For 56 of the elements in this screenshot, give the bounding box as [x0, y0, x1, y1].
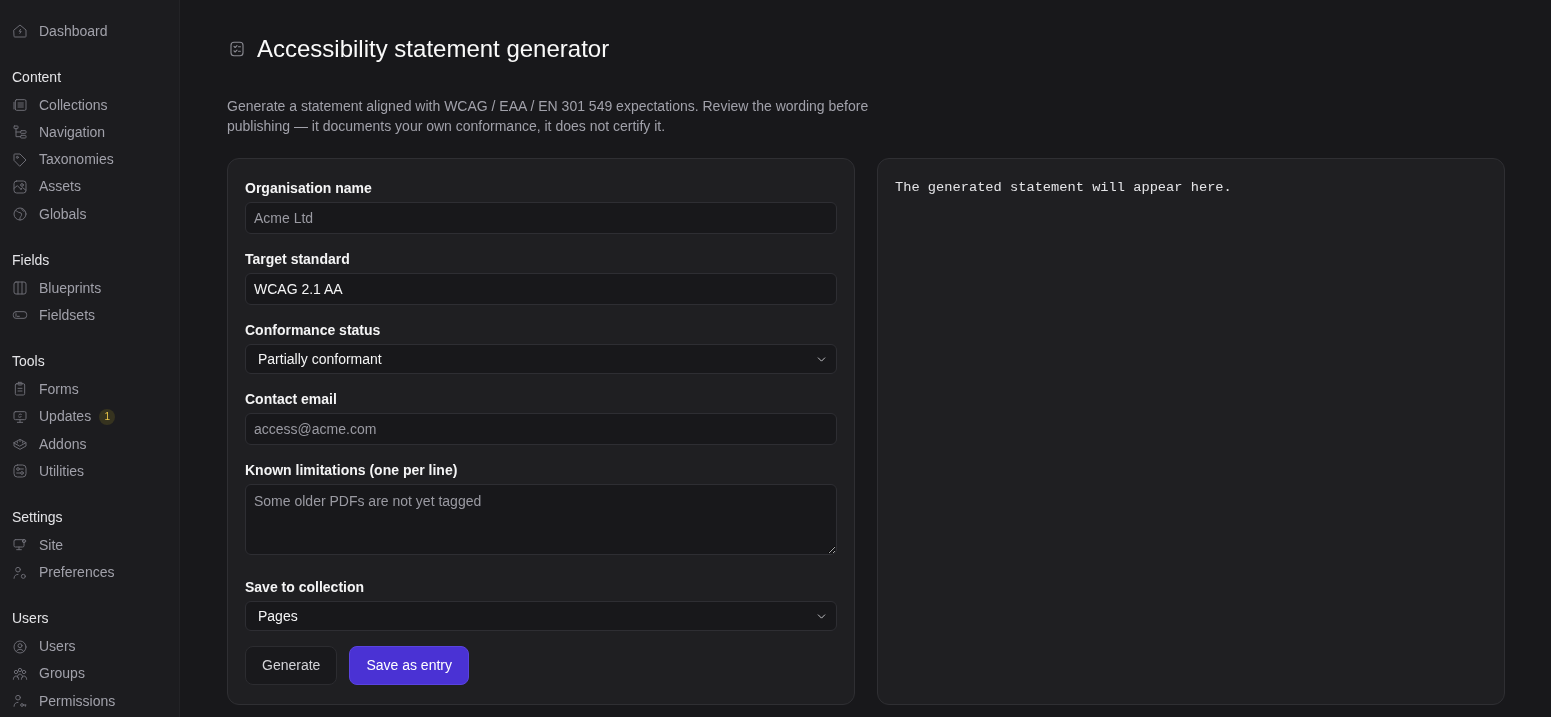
field-label: Known limitations (one per line) [245, 461, 459, 480]
section-heading: Settings [12, 507, 64, 527]
tag-icon [12, 151, 28, 168]
house-icon [12, 23, 28, 39]
text-area[interactable]: Some older PDFs are not yet tagged [245, 484, 837, 555]
sidebar-item[interactable]: Collections [12, 94, 116, 116]
user-key-icon [12, 693, 28, 710]
field-label: Conformance status [245, 321, 382, 340]
input-field[interactable]: Acme Ltd [245, 202, 837, 234]
sidebar-item[interactable]: Forms [12, 378, 87, 401]
tree-icon [12, 124, 28, 141]
user-gear-icon [12, 564, 28, 581]
sidebar-item[interactable]: Assets [12, 175, 89, 198]
section-heading: Content [12, 67, 63, 87]
sidebar-item[interactable]: Groups [12, 662, 93, 685]
sidebar-item[interactable]: Site [12, 534, 72, 557]
toggle-icon [12, 463, 28, 480]
globe-icon [12, 206, 28, 223]
field-label: Organisation name [245, 179, 373, 198]
select-field[interactable]: Partially conformant [245, 344, 837, 374]
sidebar-item[interactable]: Utilities [12, 460, 93, 483]
field-label: Contact email [245, 390, 338, 409]
sidebar-item[interactable]: Navigation [12, 121, 114, 144]
select-field[interactable]: Pages [245, 601, 837, 631]
field-label: Target standard [245, 250, 351, 269]
sidebar-item[interactable]: Addons [12, 433, 95, 456]
sidebar-item[interactable]: Updates 1 [12, 405, 124, 428]
brick-icon [12, 436, 28, 453]
save-button[interactable]: Save as entry [349, 646, 469, 685]
section-heading: Users [12, 609, 50, 629]
section-heading: Fields [12, 250, 51, 270]
count-badge: 1 [99, 408, 116, 425]
image-icon [12, 178, 28, 195]
input-field[interactable]: WCAG 2.1 AA [245, 273, 837, 305]
list-icon [12, 97, 28, 113]
sidebar-item[interactable]: Blueprints [12, 277, 110, 300]
monitor-icon [12, 408, 28, 425]
users-icon [12, 665, 28, 682]
sidebar-item[interactable]: Users [12, 635, 84, 658]
columns-icon [12, 280, 28, 297]
sidebar-item[interactable]: Permissions [12, 690, 124, 713]
field-label: Save to collection [245, 578, 366, 597]
user-circle-icon [12, 638, 28, 655]
sidebar-item[interactable]: Globals [12, 203, 95, 226]
sidebar-item[interactable]: Dashboard [12, 20, 116, 42]
preview-text: The generated statement will appear here. [895, 179, 1233, 197]
section-heading: Tools [12, 352, 46, 371]
page-title: Accessibility statement generator [257, 34, 610, 64]
sidebar-item[interactable]: Taxonomies [12, 148, 122, 171]
generate-button[interactable]: Generate [245, 646, 338, 685]
input-field[interactable]: access@acme.com [245, 413, 837, 445]
sidebar-item[interactable]: Fieldsets [12, 304, 104, 327]
clipboard-icon [12, 381, 28, 398]
sidebar-item[interactable]: Preferences [12, 561, 123, 584]
checklist-icon [228, 40, 246, 58]
page-description: Generate a statement aligned with WCAG / EAA / EN 301 549 expectations. Review the wording before publishing — it documents your own conformance, it does not certify it. [227, 97, 870, 136]
